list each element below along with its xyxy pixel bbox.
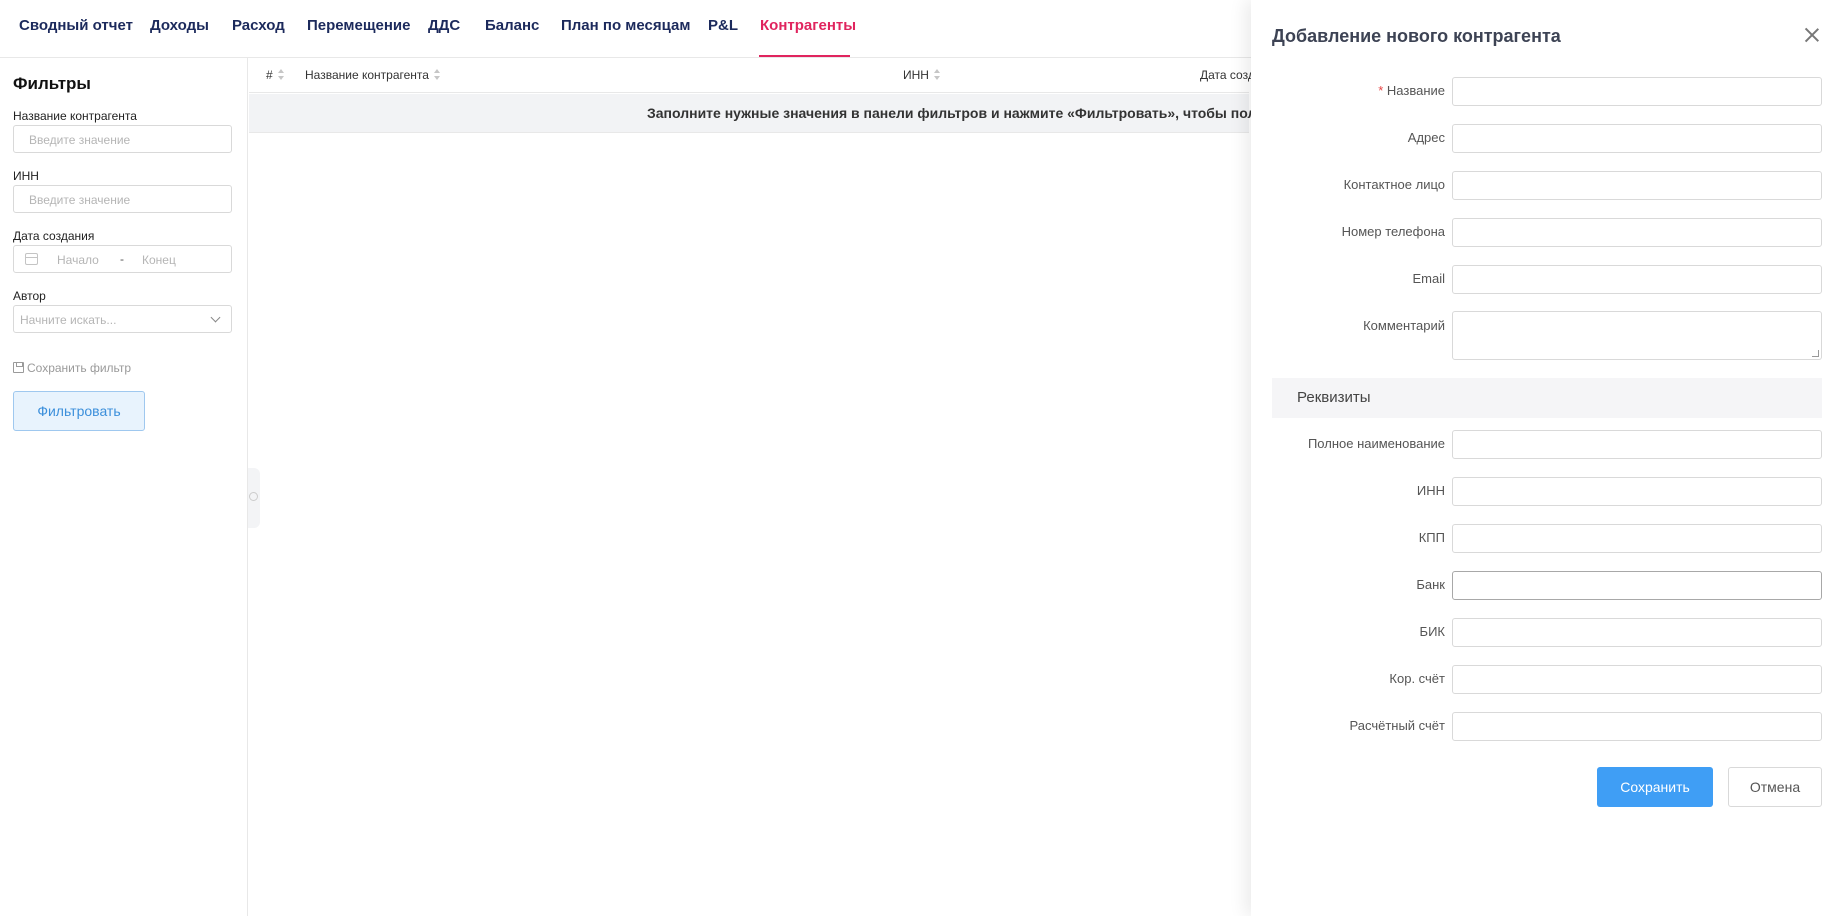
column-header-number[interactable]: # <box>266 68 285 82</box>
counterparty-name-label: Название контрагента <box>13 109 137 123</box>
email-input[interactable] <box>1452 265 1822 294</box>
address-input[interactable] <box>1452 124 1822 153</box>
field-label-name-text: Название <box>1386 83 1445 98</box>
date-end-placeholder: Конец <box>142 253 176 267</box>
kpp-input[interactable] <box>1452 524 1822 553</box>
requisites-inn-input[interactable] <box>1452 477 1822 506</box>
column-header-creation-date-label: Дата созд <box>1200 68 1255 82</box>
field-label-phone: Номер телефона <box>1341 224 1445 239</box>
inn-placeholder: Введите значение <box>29 193 131 207</box>
column-header-inn-label: ИНН <box>903 68 929 82</box>
phone-input[interactable] <box>1452 218 1822 247</box>
filters-title: Фильтры <box>13 74 91 93</box>
field-label-settlement-account: Расчётный счёт <box>1349 718 1446 733</box>
sidebar-collapse-handle[interactable] <box>248 468 260 528</box>
calendar-icon <box>25 253 38 265</box>
bank-input[interactable] <box>1452 571 1822 600</box>
name-input[interactable] <box>1452 77 1822 106</box>
full-name-input[interactable] <box>1452 430 1822 459</box>
collapse-arrow-icon <box>249 492 258 501</box>
column-header-counterparty-name[interactable]: Название контрагента <box>305 68 441 82</box>
author-label: Автор <box>13 289 46 303</box>
creation-date-label: Дата создания <box>13 229 95 243</box>
close-icon[interactable] <box>1803 26 1821 44</box>
active-tab-indicator <box>759 55 850 57</box>
field-label-name: * Название <box>1378 83 1445 98</box>
save-filter-label: Сохранить фильтр <box>27 361 132 375</box>
field-label-correspondent-account: Кор. счёт <box>1389 671 1445 686</box>
counterparty-name-input[interactable]: Введите значение <box>13 125 232 153</box>
author-select[interactable]: Начните искать... <box>13 305 232 333</box>
field-label-address: Адрес <box>1407 130 1445 145</box>
inn-input[interactable]: Введите значение <box>13 185 232 213</box>
creation-date-range-picker[interactable]: Начало - Конец <box>13 245 232 273</box>
author-placeholder: Начните искать... <box>20 313 117 327</box>
table-empty-row: Заполните нужные значения в панели фильт… <box>249 94 1256 133</box>
correspondent-account-input[interactable] <box>1452 665 1822 694</box>
tab-counterparties[interactable]: Контрагенты <box>760 17 856 34</box>
tab-balance[interactable]: Баланс <box>485 17 539 34</box>
field-label-email: Email <box>1412 271 1445 286</box>
settlement-account-input[interactable] <box>1452 712 1822 741</box>
column-header-number-label: # <box>266 68 273 82</box>
requisites-section-title: Реквизиты <box>1297 389 1371 406</box>
counterparty-name-placeholder: Введите значение <box>29 133 131 147</box>
table-empty-message: Заполните нужные значения в панели фильт… <box>647 105 1257 121</box>
tab-expense[interactable]: Расход <box>232 17 285 34</box>
inn-label: ИНН <box>13 169 39 183</box>
floppy-disk-icon <box>13 362 24 373</box>
comment-textarea[interactable] <box>1452 311 1822 360</box>
sort-icon <box>433 69 441 80</box>
tab-monthly-plan[interactable]: План по месяцам <box>561 17 690 34</box>
tab-pnl[interactable]: P&L <box>708 17 738 34</box>
cancel-button[interactable]: Отмена <box>1728 767 1822 807</box>
column-header-creation-date[interactable]: Дата созд <box>1200 68 1255 82</box>
date-start-placeholder: Начало <box>57 253 99 267</box>
bik-input[interactable] <box>1452 618 1822 647</box>
field-label-kpp: КПП <box>1418 530 1445 545</box>
requisites-section-header: Реквизиты <box>1272 378 1822 418</box>
filter-button[interactable]: Фильтровать <box>13 391 145 431</box>
field-label-full-name: Полное наименование <box>1307 436 1445 451</box>
column-header-counterparty-name-label: Название контрагента <box>305 68 429 82</box>
tab-cash-flow[interactable]: ДДС <box>428 17 460 34</box>
filters-panel: Фильтры Название контрагента Введите зна… <box>0 58 248 916</box>
add-counterparty-drawer: Добавление нового контрагента * Название… <box>1251 0 1847 916</box>
required-mark: * <box>1378 83 1384 98</box>
field-label-bank: Банк <box>1416 577 1445 592</box>
tab-transfer[interactable]: Перемещение <box>307 17 411 34</box>
resize-grip-icon[interactable] <box>1812 350 1819 357</box>
field-label-inn: ИНН <box>1416 483 1445 498</box>
sort-icon <box>933 69 941 80</box>
field-label-comment: Комментарий <box>1363 318 1445 333</box>
tab-income[interactable]: Доходы <box>150 17 209 34</box>
save-filter-button[interactable]: Сохранить фильтр <box>13 361 131 375</box>
column-header-inn[interactable]: ИНН <box>903 68 941 82</box>
date-range-separator: - <box>120 252 124 266</box>
table-header: # Название контрагента ИНН Дата созд <box>249 58 1255 93</box>
tab-summary-report[interactable]: Сводный отчет <box>19 17 133 34</box>
sort-icon <box>277 69 285 80</box>
drawer-title: Добавление нового контрагента <box>1272 26 1561 46</box>
field-label-contact-person: Контактное лицо <box>1343 177 1445 192</box>
save-button[interactable]: Сохранить <box>1597 767 1713 807</box>
field-label-bik: БИК <box>1419 624 1445 639</box>
chevron-down-icon <box>210 312 221 323</box>
contact-person-input[interactable] <box>1452 171 1822 200</box>
